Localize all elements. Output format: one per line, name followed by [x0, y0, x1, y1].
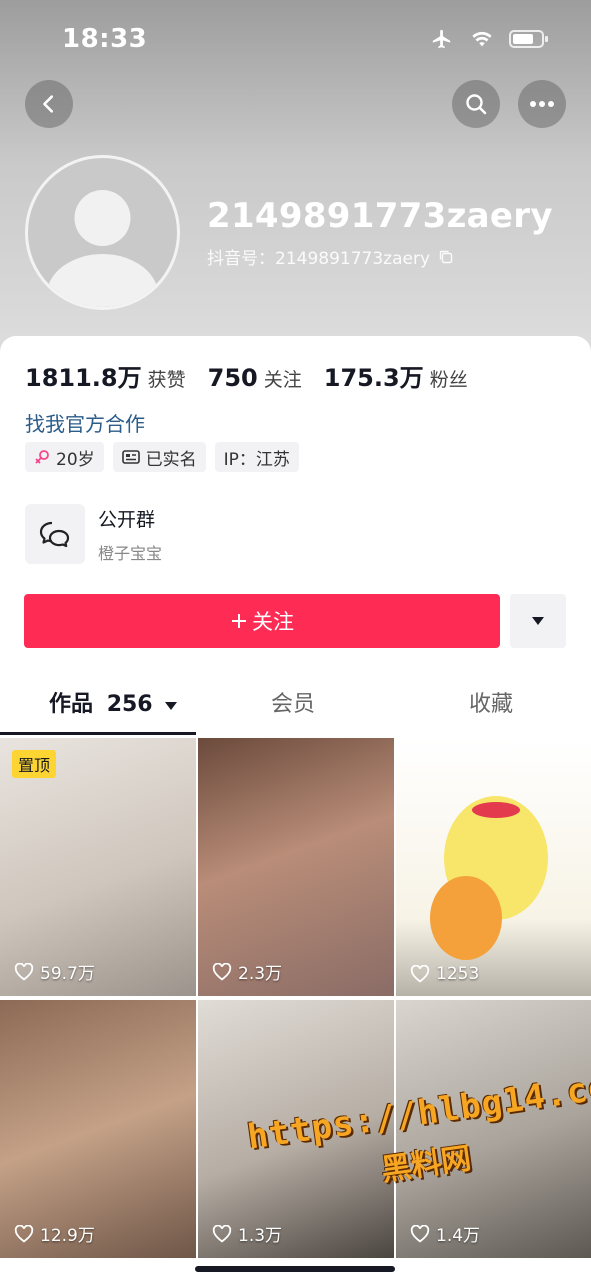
default-avatar-icon [46, 190, 159, 307]
like-count: 1.3万 [212, 1221, 282, 1246]
home-indicator [195, 1266, 395, 1272]
search-button[interactable] [452, 80, 500, 128]
back-button[interactable] [25, 80, 73, 128]
tag-ip: IP：江苏 [214, 442, 299, 472]
tab-works[interactable]: 作品 256 [49, 686, 178, 718]
group-chat-icon [25, 504, 85, 564]
pinned-badge: 置顶 [12, 750, 57, 778]
plus-icon [232, 614, 246, 628]
stat-likes[interactable]: 1811.8万 获赞 [25, 358, 186, 393]
heart-icon [212, 1224, 232, 1242]
chevron-left-icon [43, 95, 54, 113]
avatar[interactable] [25, 155, 180, 310]
copy-icon[interactable] [438, 249, 454, 265]
video-thumbnail[interactable]: 1253 [396, 738, 591, 996]
group-title: 公开群 [98, 508, 156, 531]
tag-age: 20岁 [25, 442, 104, 472]
douyin-id: 抖音号：2149891773zaery [207, 244, 454, 269]
tab-active-underline [0, 732, 196, 735]
airplane-mode-icon [432, 29, 451, 49]
group-subtitle: 橙子宝宝 [98, 543, 163, 563]
video-thumbnail[interactable]: 12.9万 [0, 1000, 196, 1258]
chick-illustration [430, 796, 548, 960]
group-entry[interactable]: 公开群 橙子宝宝 [25, 504, 162, 564]
like-count: 12.9万 [14, 1221, 95, 1246]
tag-verified: 已实名 [112, 442, 206, 472]
video-thumbnail[interactable]: 置顶 59.7万 [0, 738, 196, 996]
heart-icon [14, 962, 34, 980]
stat-following[interactable]: 750 关注 [208, 364, 302, 392]
profile-header: 18:33 2149891773zaery 抖音号：2149891773zaer… [0, 0, 591, 360]
douyin-id-text: 抖音号：2149891773zaery [207, 249, 431, 269]
battery-icon [509, 30, 548, 48]
more-options-button[interactable] [518, 80, 566, 128]
video-thumbnail[interactable]: 2.3万 [198, 738, 394, 996]
recommend-dropdown-button[interactable] [510, 594, 566, 648]
like-count: 1.4万 [410, 1221, 480, 1246]
profile-nickname: 2149891773zaery [207, 196, 553, 236]
caret-down-icon [165, 702, 178, 710]
status-time: 18:33 [62, 24, 148, 54]
heart-icon [14, 1224, 34, 1242]
female-icon [35, 450, 49, 464]
tab-favorites[interactable]: 收藏 [469, 686, 513, 718]
tab-members[interactable]: 会员 [271, 686, 315, 718]
like-count: 2.3万 [212, 959, 282, 984]
wifi-icon [472, 31, 492, 47]
search-icon [466, 94, 487, 115]
content-tabs: 作品 256 会员 收藏 [0, 680, 591, 735]
heart-icon [212, 962, 232, 980]
heart-icon [410, 1224, 430, 1242]
profile-card: 1811.8万 获赞 750 关注 175.3万 粉丝 找我官方合作 20岁 已实名 … [0, 336, 591, 736]
caret-down-icon [532, 617, 544, 625]
like-count: 59.7万 [14, 959, 95, 984]
follow-label: 关注 [252, 610, 294, 634]
bio-link[interactable]: 找我官方合作 [25, 408, 145, 437]
like-count: 1253 [410, 964, 479, 984]
status-bar: 18:33 [0, 22, 591, 58]
follow-button[interactable]: 关注 [24, 594, 500, 648]
profile-tags: 20岁 已实名 IP：江苏 [25, 442, 299, 472]
heart-icon [410, 965, 430, 983]
stats-row: 1811.8万 获赞 750 关注 175.3万 粉丝 [25, 358, 468, 393]
stat-followers[interactable]: 175.3万 粉丝 [324, 358, 468, 393]
id-card-icon [121, 450, 140, 464]
more-dots-icon [530, 101, 554, 107]
